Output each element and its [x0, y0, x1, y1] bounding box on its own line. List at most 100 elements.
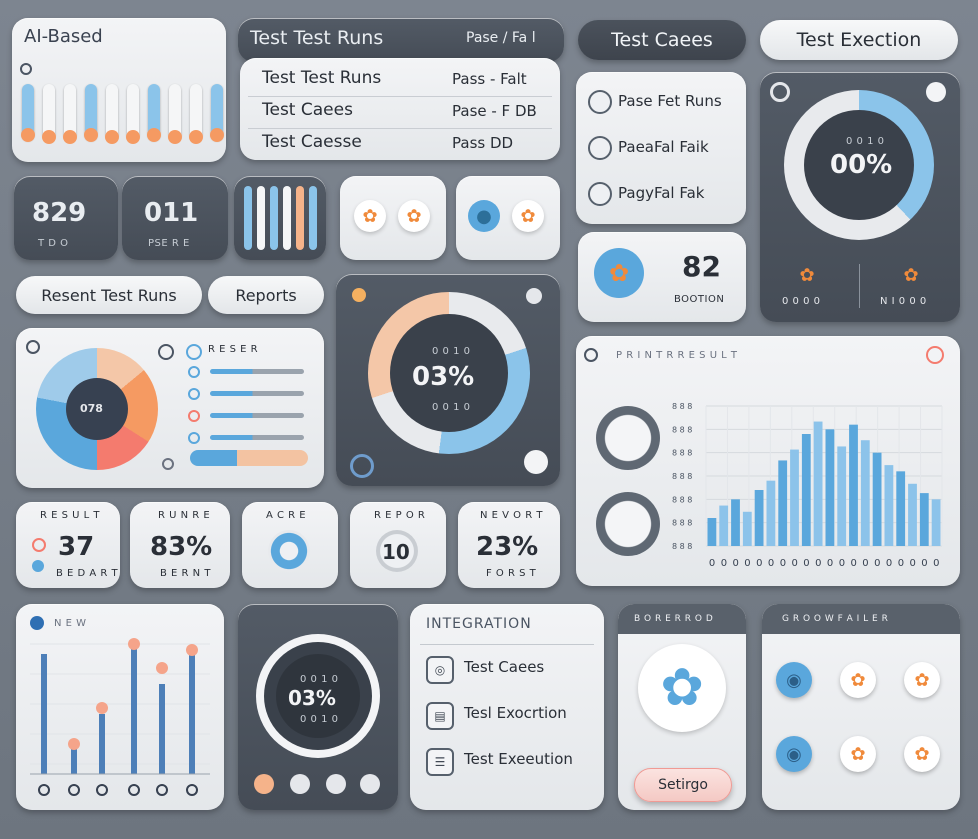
integration-item[interactable]: Test Exeeution — [464, 750, 573, 768]
y-tick-label: 8 8 8 — [672, 402, 692, 411]
bar — [742, 511, 752, 546]
status-dot-icon — [32, 538, 46, 552]
ai-bar-knob[interactable] — [189, 130, 203, 144]
slider-dot-icon — [188, 410, 200, 422]
x-tick-label: 0 — [792, 558, 798, 569]
flower-badge-icon[interactable] — [926, 82, 946, 102]
flower-tile-1[interactable]: ✿ ✿ — [340, 176, 446, 260]
ai-bar-knob[interactable] — [84, 128, 98, 142]
x-tick-label: 0 — [886, 558, 892, 569]
run-status: Pass DD — [452, 134, 514, 152]
gauge-bottom-label: 0 0 1 0 — [432, 402, 471, 413]
control-icon[interactable] — [360, 774, 380, 794]
mini-bar — [270, 186, 278, 250]
flower-icon[interactable]: ✿ — [904, 736, 940, 772]
check-circle-icon[interactable] — [588, 136, 612, 160]
x-tick-label: 0 — [709, 558, 715, 569]
range-slider[interactable] — [190, 450, 308, 466]
flower-icon[interactable]: ✿ — [904, 662, 940, 698]
check-circle-icon[interactable] — [588, 182, 612, 206]
stat-card-2: R U N R E 83% B E R N T — [130, 502, 230, 588]
slider-track[interactable] — [210, 435, 304, 440]
stat-card-5: N E V O R T 23% F O R S T — [458, 502, 560, 588]
checklist-panel: Pase Fet Runs PaeaFal Faik PagyFal Fak — [576, 72, 746, 224]
donut-center-label: 078 — [80, 402, 103, 415]
run-name[interactable]: Test Caees — [262, 100, 353, 120]
menu-dot-icon[interactable] — [26, 340, 40, 354]
bar — [754, 490, 764, 546]
x-marker-icon — [186, 784, 198, 796]
integration-item[interactable]: Test Caees — [464, 658, 544, 676]
x-tick-label: 0 — [733, 558, 739, 569]
slider-dot-icon — [188, 388, 200, 400]
control-icon[interactable] — [326, 774, 346, 794]
flower-icon[interactable]: ✿ — [840, 736, 876, 772]
bar — [731, 499, 740, 546]
ai-bar-knob[interactable] — [63, 130, 77, 144]
tab-test-cases[interactable]: Test Caees — [578, 20, 746, 60]
gauge-divider — [859, 264, 860, 308]
reports-button[interactable]: Reports — [208, 276, 324, 314]
stat-card-3[interactable]: A C R E — [242, 502, 338, 588]
ai-bar-knob[interactable] — [147, 128, 161, 142]
settings-button[interactable]: Setirgo — [634, 768, 732, 802]
lollipop-card: N E W — [16, 604, 224, 810]
ai-bar-knob[interactable] — [21, 128, 35, 142]
metric-value: 829 — [32, 198, 87, 228]
menu-dot-icon[interactable] — [770, 82, 790, 102]
recent-test-runs-button[interactable]: Resent Test Runs — [16, 276, 202, 314]
x-tick-label: 0 — [851, 558, 857, 569]
gauge-sub-label: 0 0 1 0 — [846, 136, 885, 147]
gauge-top-label: 0 0 1 0 — [300, 674, 339, 685]
x-marker-icon — [156, 784, 168, 796]
ai-bar-knob[interactable] — [210, 128, 224, 142]
flower-tile-2[interactable]: ● ✿ — [456, 176, 560, 260]
run-name[interactable]: Test Test Runs — [262, 68, 381, 88]
mini-bar — [244, 186, 252, 250]
checklist-label: PaeaFal Faik — [618, 138, 709, 156]
x-tick-label: 0 — [933, 558, 939, 569]
ai-bar-knob[interactable] — [42, 130, 56, 144]
legend-toggle-icon[interactable] — [186, 344, 202, 360]
x-tick-label: 0 — [768, 558, 774, 569]
toggle-icon[interactable] — [350, 454, 374, 478]
ai-bar-knob[interactable] — [168, 130, 182, 144]
ai-bar-knob[interactable] — [126, 130, 140, 144]
mini-bar — [283, 186, 291, 250]
mini-bar — [309, 186, 317, 250]
check-circle-icon[interactable] — [588, 90, 612, 114]
control-icon[interactable] — [290, 774, 310, 794]
settings-icon[interactable] — [162, 458, 174, 470]
flower-icon[interactable]: ✿ — [840, 662, 876, 698]
metric-value: 011 — [144, 198, 199, 228]
slider-track[interactable] — [210, 413, 304, 418]
stat-value: 37 — [58, 532, 95, 562]
metric-label: T D O — [38, 238, 69, 249]
slider-track[interactable] — [210, 369, 304, 374]
metric-label: PSE R E — [148, 238, 190, 249]
settings-title: B O R E R R O D — [634, 614, 714, 624]
flower-icon: ✿ — [512, 200, 544, 232]
grid-card: G R O O W F A I L E R ◉ ✿ ✿ ◉ ✿ ✿ — [762, 604, 960, 810]
mini-bar — [296, 186, 304, 250]
bar — [849, 424, 858, 546]
lollipop-chart — [30, 638, 210, 796]
stat-value: 83% — [150, 532, 213, 562]
x-tick-label: 0 — [780, 558, 786, 569]
globe-icon[interactable]: ◉ — [776, 736, 812, 772]
ai-bar-knob[interactable] — [105, 130, 119, 144]
run-name[interactable]: Test Caesse — [262, 132, 362, 152]
x-marker-icon — [38, 784, 50, 796]
x-tick-label: 0 — [803, 558, 809, 569]
stat-title: R E S U L T — [40, 510, 101, 521]
settings-icon[interactable] — [526, 288, 542, 304]
globe-icon[interactable]: ◉ — [776, 662, 812, 698]
tab-test-execution[interactable]: Test Exection — [760, 20, 958, 60]
slider-track[interactable] — [210, 391, 304, 396]
y-tick-label: 8 8 8 — [672, 542, 692, 551]
flower-badge-icon[interactable] — [524, 450, 548, 474]
integration-item[interactable]: Tesl Exocrtion — [464, 704, 567, 722]
y-tick-label: 8 8 8 — [672, 425, 692, 434]
control-icon[interactable] — [254, 774, 274, 794]
x-marker-icon — [96, 784, 108, 796]
